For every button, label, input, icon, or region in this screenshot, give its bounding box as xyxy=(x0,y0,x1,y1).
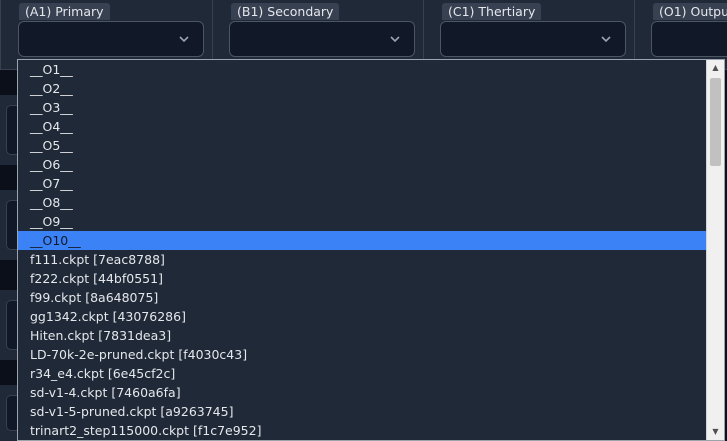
model-option[interactable]: __O3__ xyxy=(18,98,706,117)
model-option[interactable]: sd-v1-4.ckpt [7460a6fa] xyxy=(18,383,706,402)
model-option[interactable]: __O9__ xyxy=(18,212,706,231)
model-option[interactable]: r34_e4.ckpt [6e45cf2c] xyxy=(18,364,706,383)
model-option[interactable]: __O10__ xyxy=(18,231,706,250)
scroll-thumb[interactable] xyxy=(710,78,721,166)
merge-page: (A1) Primary (B1) Secondary (C1) Thertia… xyxy=(0,0,727,441)
model-option[interactable]: gg1342.ckpt [43076286] xyxy=(18,307,706,326)
output-model-label: (O1) Output xyxy=(653,3,727,20)
model-option[interactable]: __O5__ xyxy=(18,136,706,155)
model-option[interactable]: __O1__ xyxy=(18,60,706,79)
model-options: __O1__ __O2__ __O3__ __O4__ __O5__ __O6__ __O7… xyxy=(18,60,706,440)
scroll-down-arrow[interactable]: ▼ xyxy=(707,424,724,440)
chevron-down-icon xyxy=(601,36,611,43)
model-option[interactable]: sd-v1-5-pruned.ckpt [a9263745] xyxy=(18,402,706,421)
model-option[interactable]: f99.ckpt [8a648075] xyxy=(18,288,706,307)
model-option[interactable]: f222.ckpt [44bf0551] xyxy=(18,269,706,288)
model-option[interactable]: LD-70k-2e-pruned.ckpt [f4030c43] xyxy=(18,345,706,364)
model-dropdown-list[interactable]: __O1__ __O2__ __O3__ __O4__ __O5__ __O6__ __O7… xyxy=(17,59,725,441)
model-option[interactable]: __O6__ xyxy=(18,155,706,174)
primary-model-select[interactable] xyxy=(18,21,204,57)
chevron-down-icon xyxy=(390,36,400,43)
primary-model-label: (A1) Primary xyxy=(19,3,110,20)
model-option[interactable]: __O2__ xyxy=(18,79,706,98)
scroll-up-arrow[interactable]: ▲ xyxy=(707,60,724,76)
model-option[interactable]: Hiten.ckpt [7831dea3] xyxy=(18,326,706,345)
model-option[interactable]: __O7__ xyxy=(18,174,706,193)
tertiary-model-label: (C1) Thertiary xyxy=(442,3,542,20)
scrollbar[interactable]: ▲ ▼ xyxy=(706,60,724,440)
secondary-model-select[interactable] xyxy=(229,21,415,57)
tertiary-model-select[interactable] xyxy=(440,21,626,57)
chevron-down-icon xyxy=(179,36,189,43)
model-option[interactable]: f111.ckpt [7eac8788] xyxy=(18,250,706,269)
model-option[interactable]: trinart2_step115000.ckpt [f1c7e952] xyxy=(18,421,706,440)
model-option[interactable]: __O8__ xyxy=(18,193,706,212)
output-model-select[interactable] xyxy=(651,21,727,57)
model-option[interactable]: __O4__ xyxy=(18,117,706,136)
secondary-model-label: (B1) Secondary xyxy=(231,3,340,20)
